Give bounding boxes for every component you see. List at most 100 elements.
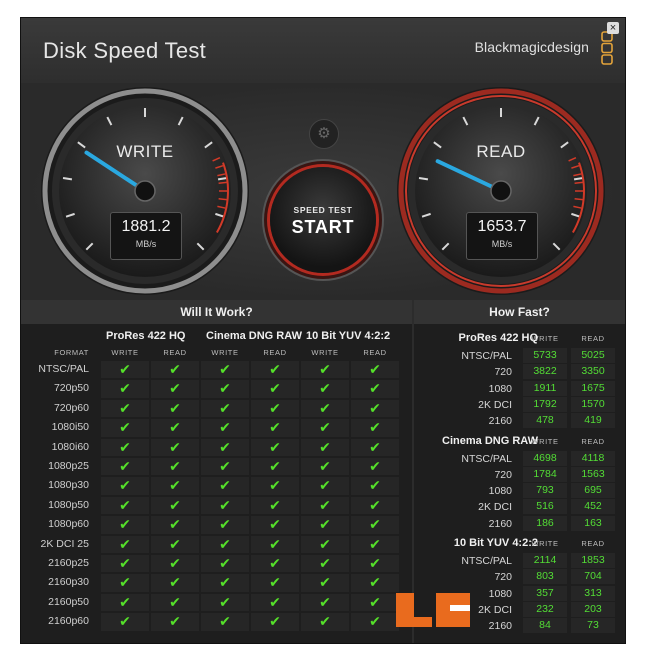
- check-icon: ✔: [369, 613, 381, 630]
- check-icon: ✔: [219, 555, 231, 571]
- write-speed-cell: 84: [523, 618, 567, 634]
- check-icon: ✔: [369, 535, 381, 552]
- write-gauge-label: WRITE: [116, 142, 174, 161]
- how-fast-format-label: 2160: [488, 517, 512, 530]
- check-icon: ✔: [319, 555, 331, 571]
- check-icon: ✔: [269, 361, 281, 377]
- check-icon: ✔: [219, 477, 231, 494]
- check-icon: ✔: [219, 438, 231, 455]
- write-speed-unit: MB/s: [135, 239, 157, 249]
- read-gauge-label: READ: [476, 142, 526, 161]
- how-fast-format-label: NTSC/PAL: [461, 452, 512, 465]
- check-icon: ✔: [169, 496, 181, 513]
- how-fast-format-label: 1080: [488, 485, 512, 498]
- will-it-work-title: Will It Work?: [21, 300, 412, 324]
- check-icon: ✔: [169, 380, 181, 397]
- speed-test-start-button[interactable]: SPEED TEST START: [270, 167, 376, 273]
- settings-gear-icon[interactable]: ⚙: [309, 119, 339, 149]
- write-speed-cell: 478: [523, 413, 567, 429]
- check-icon: ✔: [119, 458, 131, 474]
- format-label: 1080p25: [48, 460, 89, 472]
- codec-header: 10 Bit YUV 4:2:2: [306, 330, 391, 342]
- check-icon: ✔: [319, 477, 331, 494]
- check-icon: ✔: [369, 555, 381, 571]
- read-column-header: READ: [581, 539, 605, 548]
- check-icon: ✔: [319, 574, 331, 591]
- how-fast-codec-header: 10 Bit YUV 4:2:2: [453, 537, 538, 549]
- check-icon: ✔: [319, 593, 331, 610]
- check-icon: ✔: [269, 496, 281, 513]
- disk-speed-test-window: Disk Speed Test Blackmagicdesign × WRITE…: [20, 17, 626, 644]
- read-gauge-red-tick: [574, 197, 583, 201]
- write-speed-cell: 232: [523, 601, 567, 617]
- check-icon: ✔: [319, 613, 331, 630]
- write-column-header: WRITE: [311, 348, 339, 357]
- check-icon: ✔: [369, 380, 381, 397]
- check-icon: ✔: [219, 458, 231, 474]
- gauges-area: WRITE 1881.2 MB/s ⚙ SPEED TEST START REA…: [21, 83, 625, 300]
- check-icon: ✔: [319, 419, 331, 436]
- check-icon: ✔: [169, 555, 181, 571]
- brand-name: Blackmagicdesign: [474, 39, 589, 55]
- read-speed-value: 1653.7: [477, 218, 527, 235]
- write-column-header: WRITE: [111, 348, 139, 357]
- check-icon: ✔: [169, 419, 181, 436]
- check-icon: ✔: [269, 555, 281, 571]
- write-speed-cell: 793: [523, 483, 567, 499]
- read-gauge: READ 1653.7 MB/s: [395, 85, 607, 297]
- format-label: 2K DCI 25: [40, 537, 89, 550]
- check-icon: ✔: [169, 458, 181, 474]
- read-column-header: READ: [581, 334, 605, 343]
- read-speed-cell: 73: [571, 618, 615, 634]
- write-speed-cell: 1784: [523, 466, 567, 482]
- check-icon: ✔: [319, 516, 331, 533]
- check-icon: ✔: [219, 574, 231, 591]
- how-fast-format-label: 1080: [488, 382, 512, 395]
- how-fast-format-label: 2160: [488, 415, 512, 428]
- how-fast-format-label: 720: [494, 468, 512, 481]
- how-fast-codec-header: ProRes 422 HQ: [458, 332, 538, 344]
- check-icon: ✔: [169, 438, 181, 455]
- read-speed-cell: 3350: [571, 364, 615, 380]
- check-icon: ✔: [169, 361, 181, 377]
- check-icon: ✔: [269, 613, 281, 630]
- check-icon: ✔: [119, 613, 131, 630]
- read-speed-cell: 452: [571, 499, 615, 515]
- app-title: Disk Speed Test: [43, 38, 207, 63]
- write-speed-cell: 357: [523, 585, 567, 601]
- check-icon: ✔: [269, 399, 281, 416]
- start-button-caption: SPEED TEST: [293, 205, 353, 215]
- check-icon: ✔: [169, 574, 181, 591]
- format-label: 2160p30: [48, 576, 89, 589]
- check-icon: ✔: [219, 361, 231, 377]
- read-speed-cell: 313: [571, 585, 615, 601]
- check-icon: ✔: [219, 613, 231, 630]
- codec-header: ProRes 422 HQ: [106, 330, 186, 342]
- start-button-label: START: [291, 217, 355, 237]
- format-label: NTSC/PAL: [38, 363, 89, 375]
- read-gauge-dial: [397, 87, 605, 295]
- how-fast-codec-header: Cinema DNG RAW: [442, 434, 538, 447]
- read-speed-cell: 1675: [571, 380, 615, 396]
- read-gauge-tick: [418, 177, 429, 181]
- how-fast-format-label: 2K DCI: [478, 501, 512, 514]
- write-column-header: WRITE: [531, 539, 559, 548]
- check-icon: ✔: [269, 535, 281, 552]
- check-icon: ✔: [369, 438, 381, 455]
- check-icon: ✔: [219, 593, 231, 610]
- format-label: 1080p30: [48, 479, 89, 492]
- check-icon: ✔: [319, 438, 331, 455]
- legit-reviews-logo: [396, 593, 470, 627]
- format-label: 2160p25: [48, 557, 89, 569]
- check-icon: ✔: [319, 458, 331, 474]
- close-button[interactable]: ×: [607, 22, 619, 34]
- check-icon: ✔: [269, 593, 281, 610]
- how-fast-format-label: NTSC/PAL: [461, 555, 512, 567]
- write-speed-cell: 1911: [523, 380, 567, 396]
- write-gauge-dial: [41, 87, 249, 295]
- check-icon: ✔: [369, 458, 381, 474]
- check-icon: ✔: [269, 574, 281, 591]
- write-speed-cell: 2114: [523, 553, 567, 568]
- will-it-work-table: ProRes 422 HQ WRITE READ Cinema DNG RAW WRIT…: [21, 324, 412, 643]
- check-icon: ✔: [369, 399, 381, 416]
